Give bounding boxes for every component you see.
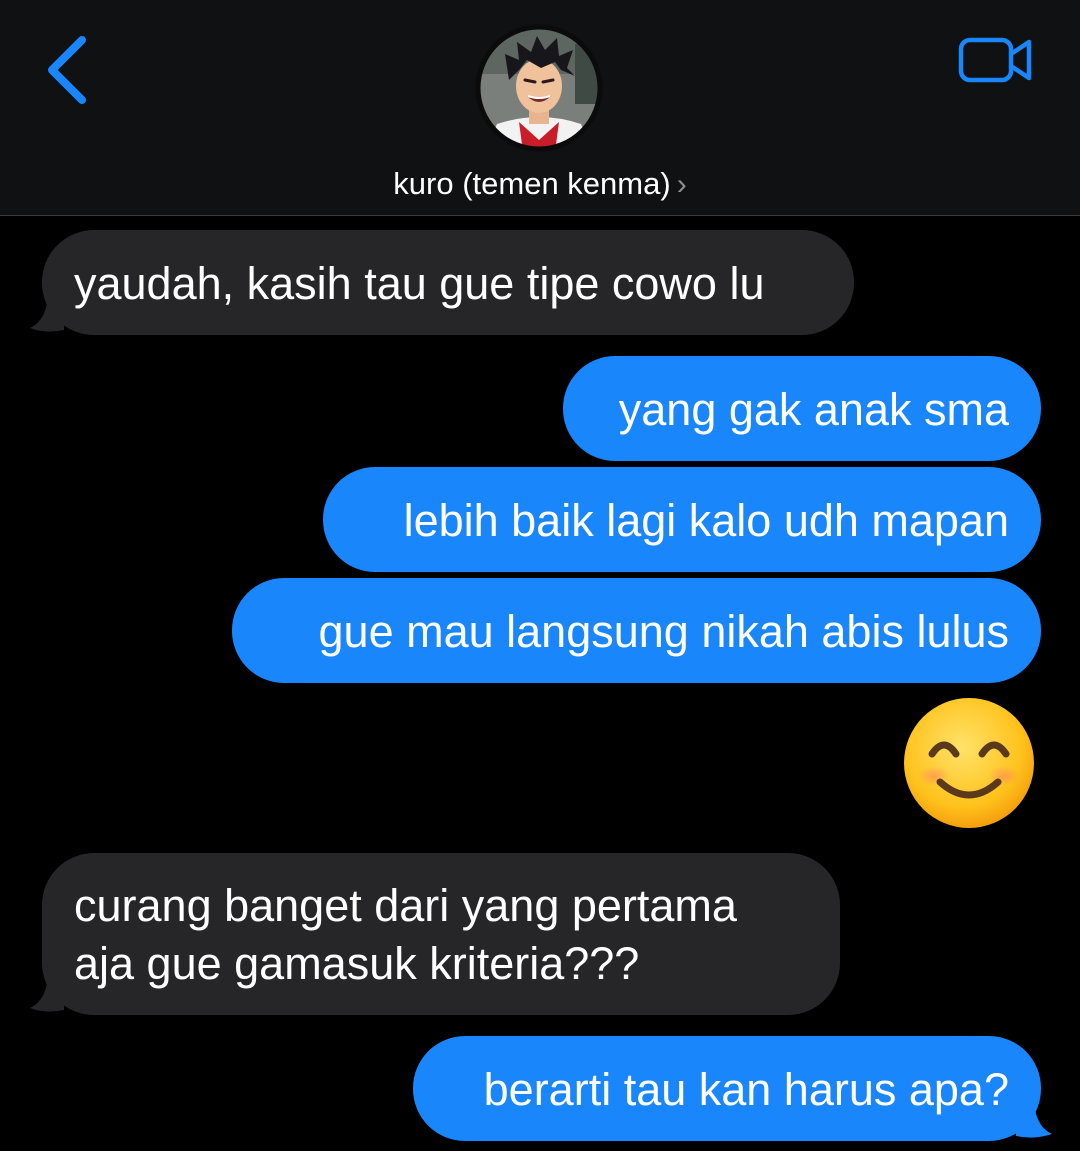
video-camera-icon bbox=[958, 37, 1032, 83]
video-call-button[interactable] bbox=[958, 36, 1034, 84]
chevron-left-icon bbox=[48, 36, 86, 104]
back-button[interactable] bbox=[40, 34, 96, 106]
contact-name[interactable]: kuro (temen kenma) › bbox=[0, 164, 1080, 205]
conversation-header: kuro (temen kenma) › bbox=[0, 0, 1080, 216]
message-text: lebih baik lagi kalo udh mapan bbox=[403, 495, 1009, 546]
chevron-right-icon: › bbox=[676, 168, 687, 201]
message-text-line: aja gue gamasuk kriteria??? bbox=[74, 938, 640, 989]
message-bubble-outgoing[interactable]: berarti tau kan harus apa? bbox=[413, 1036, 1041, 1141]
smiling-face-emoji[interactable] bbox=[902, 696, 1036, 830]
message-text: yaudah, kasih tau gue tipe cowo lu bbox=[74, 258, 765, 309]
message-bubble-incoming[interactable]: yaudah, kasih tau gue tipe cowo lu bbox=[42, 230, 854, 335]
message-bubble-incoming[interactable]: curang banget dari yang pertama aja gue … bbox=[42, 853, 840, 1015]
message-text-line: curang banget dari yang pertama bbox=[74, 880, 737, 931]
message-bubble-outgoing[interactable]: yang gak anak sma bbox=[563, 356, 1041, 461]
message-text: yang gak anak sma bbox=[618, 384, 1009, 435]
message-text: gue mau langsung nikah abis lulus bbox=[318, 606, 1009, 657]
message-text: berarti tau kan harus apa? bbox=[483, 1064, 1009, 1115]
avatar[interactable] bbox=[475, 24, 603, 152]
message-bubble-outgoing[interactable]: gue mau langsung nikah abis lulus bbox=[232, 578, 1041, 683]
contact-name-label: kuro (temen kenma) bbox=[393, 166, 671, 201]
message-bubble-outgoing[interactable]: lebih baik lagi kalo udh mapan bbox=[323, 467, 1041, 572]
